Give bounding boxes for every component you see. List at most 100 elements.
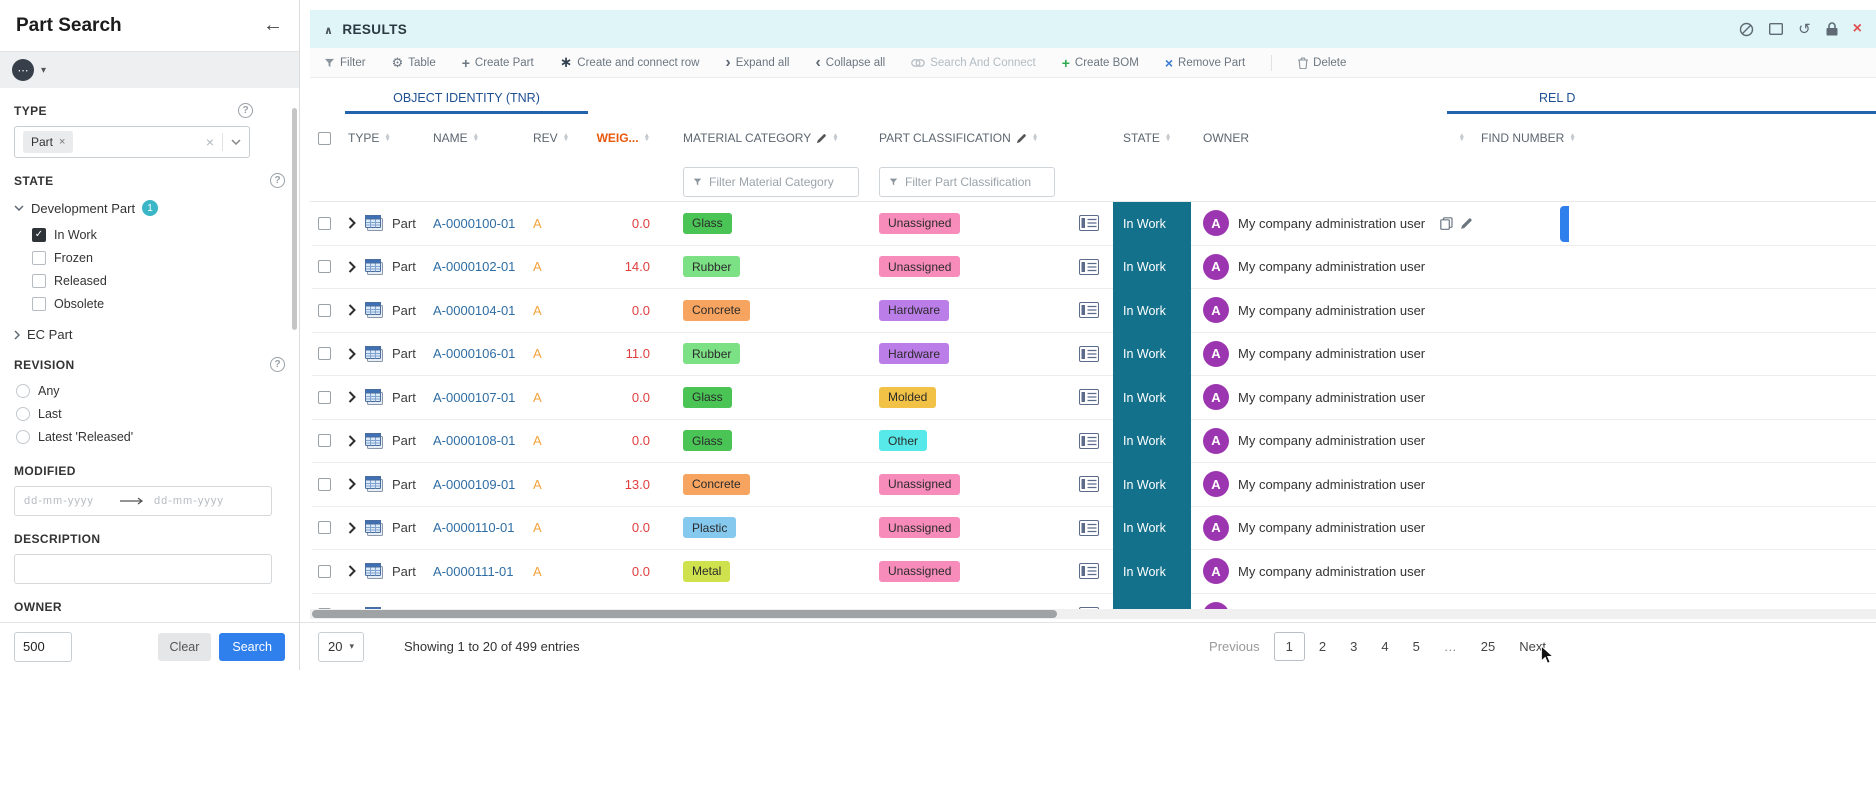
column-header-state[interactable]: STATE ▲▼: [1113, 131, 1191, 145]
maximize-window-icon[interactable]: [1769, 23, 1783, 35]
clear-button[interactable]: Clear: [158, 633, 212, 661]
classification-filter[interactable]: [879, 167, 1055, 197]
sort-icon[interactable]: ▲▼: [644, 134, 650, 143]
part-name-link[interactable]: A-0000107-01: [433, 390, 515, 405]
toolbar-create-part-button[interactable]: + Create Part: [462, 56, 534, 70]
part-name-link[interactable]: A-0000108-01: [433, 433, 515, 448]
state-option-in-work[interactable]: ✓ In Work: [32, 223, 285, 246]
sort-icon[interactable]: ▲▼: [1165, 134, 1171, 143]
expand-row-icon[interactable]: [348, 261, 356, 273]
checkbox-checked[interactable]: ✓: [32, 228, 46, 242]
material-filter-input[interactable]: [709, 175, 849, 189]
modified-to-input[interactable]: [154, 495, 242, 507]
expand-row-icon[interactable]: [348, 522, 356, 534]
part-name-link[interactable]: A-0000106-01: [433, 346, 515, 361]
pagination-page-3[interactable]: 3: [1340, 633, 1367, 660]
type-select[interactable]: Part × ×: [14, 126, 250, 158]
chevron-down-icon[interactable]: [231, 139, 241, 145]
checkbox[interactable]: [32, 251, 46, 265]
toolbar-remove-part-button[interactable]: × Remove Part: [1165, 56, 1245, 70]
toolbar-create-connect-row-button[interactable]: ∗ Create and connect row: [560, 55, 700, 70]
material-chip[interactable]: Plastic: [683, 517, 736, 538]
pagination-page-2[interactable]: 2: [1309, 633, 1336, 660]
page-size-select[interactable]: 20 ▾: [318, 632, 364, 662]
classification-chip[interactable]: Unassigned: [879, 517, 960, 538]
classification-chip[interactable]: Unassigned: [879, 256, 960, 277]
state-option-frozen[interactable]: Frozen: [32, 246, 285, 269]
radio-button[interactable]: [16, 407, 30, 421]
toolbar-delete-button[interactable]: Delete: [1298, 57, 1346, 69]
column-header-material-category[interactable]: MATERIAL CATEGORY ▲▼: [683, 131, 879, 145]
collapse-results-icon[interactable]: ∧: [324, 24, 333, 37]
expand-row-icon[interactable]: [348, 565, 356, 577]
sort-icon[interactable]: ▲▼: [1569, 134, 1575, 143]
reset-layout-icon[interactable]: ↺: [1798, 22, 1811, 37]
horizontal-scrollbar[interactable]: [310, 609, 1876, 619]
classification-chip[interactable]: Unassigned: [879, 474, 960, 495]
collapse-panel-icon[interactable]: ←: [263, 14, 283, 37]
table-row[interactable]: Part A-0000111-01 A 0.0 Metal Unassigned…: [310, 550, 1876, 594]
column-header-part-classification[interactable]: PART CLASSIFICATION ▲▼: [879, 131, 1079, 145]
row-checkbox[interactable]: [318, 260, 331, 273]
help-icon[interactable]: ?: [270, 357, 285, 372]
close-icon[interactable]: ×: [1853, 21, 1862, 37]
column-header-name[interactable]: NAME ▲▼: [433, 131, 533, 145]
toolbar-search-and-connect-button[interactable]: Search And Connect: [911, 57, 1036, 69]
column-header-owner[interactable]: OWNER ▲▼: [1191, 131, 1481, 145]
edit-pencil-icon[interactable]: [1460, 217, 1473, 230]
classification-filter-input[interactable]: [905, 175, 1045, 189]
edit-pencil-icon[interactable]: [1016, 133, 1027, 144]
table-row[interactable]: Part A-0000108-01 A 0.0 Glass Other In W…: [310, 420, 1876, 464]
expand-row-icon[interactable]: [348, 217, 356, 229]
scrollbar-thumb[interactable]: [312, 610, 1057, 618]
description-input[interactable]: [14, 554, 272, 584]
details-icon[interactable]: [1079, 346, 1099, 362]
revision-option-latest-released[interactable]: Latest 'Released': [16, 425, 285, 448]
material-filter[interactable]: [683, 167, 859, 197]
material-chip[interactable]: Glass: [683, 387, 732, 408]
row-action-flyout[interactable]: [1560, 206, 1569, 242]
context-menu-icon[interactable]: ⋯: [12, 59, 34, 81]
pagination-page-25[interactable]: 25: [1471, 633, 1505, 660]
revision-option-any[interactable]: Any: [16, 379, 285, 402]
pagination-page-1[interactable]: 1: [1274, 632, 1305, 661]
classification-chip[interactable]: Unassigned: [879, 213, 960, 234]
type-chip[interactable]: Part ×: [23, 131, 73, 153]
sort-icon[interactable]: ▲▼: [832, 134, 838, 143]
column-header-rev[interactable]: REV ▲▼: [533, 131, 578, 145]
row-checkbox[interactable]: [318, 565, 331, 578]
sort-icon[interactable]: ▲▼: [384, 134, 390, 143]
row-checkbox[interactable]: [318, 347, 331, 360]
sort-icon[interactable]: ▲▼: [1459, 134, 1465, 143]
toolbar-expand-all-button[interactable]: › Expand all: [725, 55, 789, 71]
state-option-obsolete[interactable]: Obsolete: [32, 292, 285, 315]
material-chip[interactable]: Rubber: [683, 256, 740, 277]
material-chip[interactable]: Metal: [683, 561, 730, 582]
material-chip[interactable]: Rubber: [683, 343, 740, 364]
expand-row-icon[interactable]: [348, 304, 356, 316]
sort-icon[interactable]: ▲▼: [563, 134, 569, 143]
toolbar-create-bom-button[interactable]: + Create BOM: [1062, 56, 1139, 70]
toolbar-filter-button[interactable]: Filter: [324, 57, 366, 69]
sort-icon[interactable]: ▲▼: [473, 134, 479, 143]
expand-row-icon[interactable]: [348, 478, 356, 490]
help-icon[interactable]: ?: [270, 173, 285, 188]
table-row[interactable]: In Work A: [310, 594, 1876, 610]
material-chip[interactable]: Concrete: [683, 474, 750, 495]
row-checkbox[interactable]: [318, 434, 331, 447]
state-group-ec-part[interactable]: EC Part: [14, 327, 285, 342]
clear-select-icon[interactable]: ×: [206, 134, 214, 150]
row-checkbox[interactable]: [318, 521, 331, 534]
part-name-link[interactable]: A-0000102-01: [433, 259, 515, 274]
expand-row-icon[interactable]: [348, 348, 356, 360]
remove-chip-icon[interactable]: ×: [59, 136, 65, 148]
table-row[interactable]: Part A-0000102-01 A 14.0 Rubber Unassign…: [310, 246, 1876, 290]
material-chip[interactable]: Glass: [683, 430, 732, 451]
edit-pencil-icon[interactable]: [816, 133, 827, 144]
sort-icon[interactable]: ▲▼: [1032, 134, 1038, 143]
circle-slash-icon[interactable]: [1739, 22, 1754, 37]
sidebar-scrollbar[interactable]: [292, 108, 297, 330]
table-row[interactable]: Part A-0000106-01 A 11.0 Rubber Hardware…: [310, 333, 1876, 377]
part-name-link[interactable]: A-0000104-01: [433, 303, 515, 318]
result-limit-input[interactable]: [14, 632, 72, 662]
